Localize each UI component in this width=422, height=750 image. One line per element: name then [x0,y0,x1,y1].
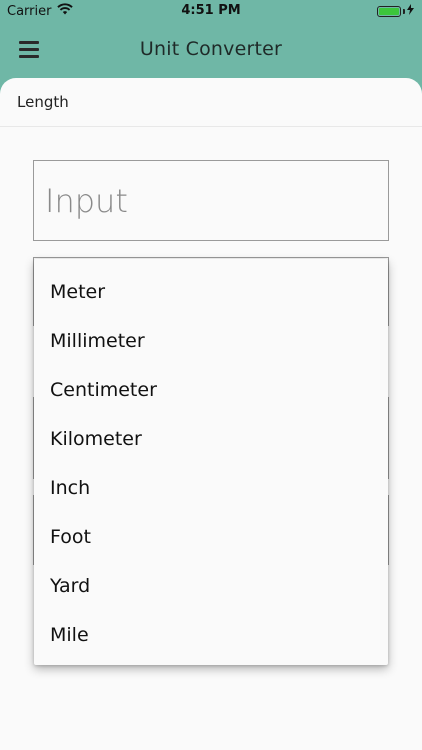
status-right [377,4,414,19]
input-field[interactable] [33,160,389,241]
dropdown-item-meter[interactable]: Meter [34,268,388,317]
status-time: 4:51 PM [181,3,241,18]
battery-fill [379,8,399,15]
charging-bolt-icon [407,4,414,19]
dropdown-item-millimeter[interactable]: Millimeter [34,317,388,366]
tab-length[interactable]: Length [17,93,69,111]
dropdown-item-yard[interactable]: Yard [34,562,388,611]
battery-icon [377,6,401,17]
content-card: Length MeterMillimeterCentimeterKilomete… [0,78,422,750]
dropdown-item-mile[interactable]: Mile [34,611,388,660]
unit-dropdown-menu: Meter Millimeter Centimeter Kilometer Inch Fo… [34,259,388,665]
app-title: Unit Converter [139,38,283,60]
dropdown-item-kilometer[interactable]: Kilometer [34,415,388,464]
dropdown-item-centimeter[interactable]: Centimeter [34,366,388,415]
tab-bar: Length [0,78,422,127]
status-bar: Carrier 4:51 PM [0,0,422,22]
input-text-field[interactable] [34,161,388,240]
app-bar: Unit Converter [0,22,422,78]
battery-nub [403,9,405,14]
dropdown-item-foot[interactable]: Foot [34,513,388,562]
dropdown-item-inch[interactable]: Inch [34,464,388,513]
